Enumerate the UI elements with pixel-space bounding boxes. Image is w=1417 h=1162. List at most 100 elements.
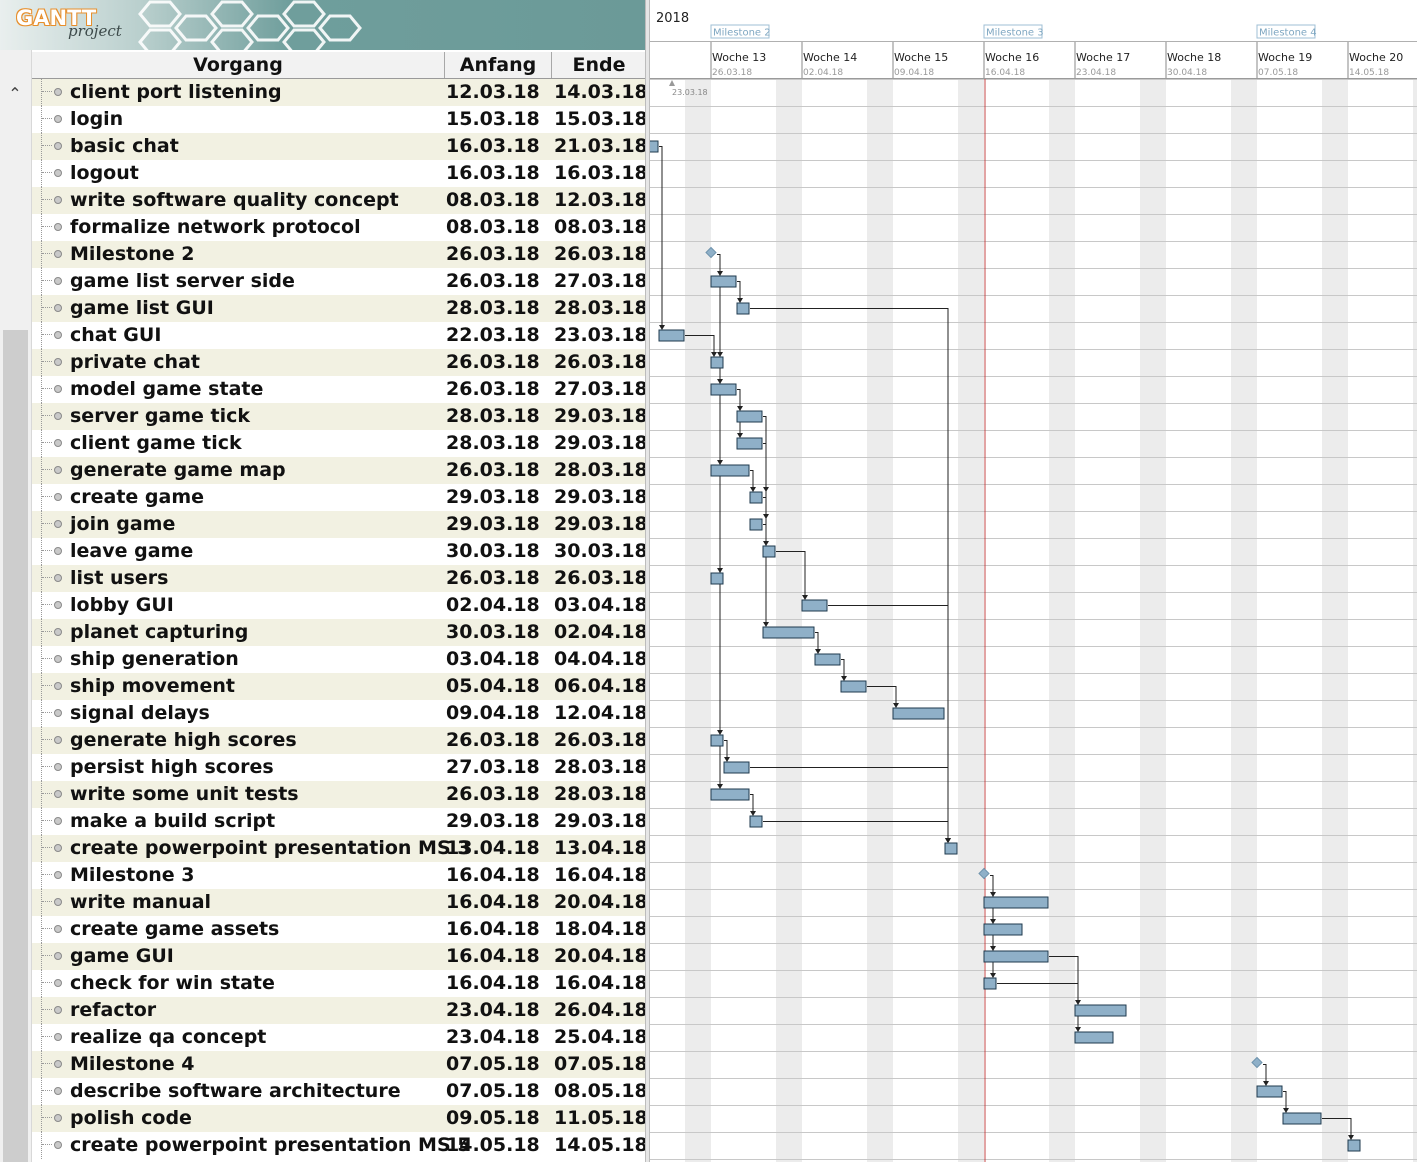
task-row[interactable]: refactor 23.04.18 26.04.18 xyxy=(32,997,646,1024)
task-end-date[interactable]: 29.03.18 xyxy=(554,430,646,457)
task-row[interactable]: game list server side 26.03.18 27.03.18 xyxy=(32,268,646,295)
task-start-date[interactable]: 23.04.18 xyxy=(446,1024,540,1051)
task-row[interactable]: private chat 26.03.18 26.03.18 xyxy=(32,349,646,376)
task-start-date[interactable]: 16.04.18 xyxy=(446,862,540,889)
task-start-date[interactable]: 26.03.18 xyxy=(446,376,540,403)
task-bar[interactable] xyxy=(983,950,1049,963)
task-end-date[interactable]: 12.04.18 xyxy=(554,700,646,727)
task-bar[interactable] xyxy=(710,788,750,801)
task-end-date[interactable]: 07.05.18 xyxy=(554,1051,646,1078)
task-start-date[interactable]: 27.03.18 xyxy=(446,754,540,781)
task-name[interactable]: Milestone 2 xyxy=(70,241,195,268)
task-end-date[interactable]: 20.04.18 xyxy=(554,889,646,916)
column-header-end[interactable]: Ende xyxy=(552,52,646,78)
task-bar[interactable] xyxy=(1074,1031,1114,1044)
task-row[interactable]: model game state 26.03.18 27.03.18 xyxy=(32,376,646,403)
task-name[interactable]: generate game map xyxy=(70,457,286,484)
task-row[interactable]: write manual 16.04.18 20.04.18 xyxy=(32,889,646,916)
task-row[interactable]: persist high scores 27.03.18 28.03.18 xyxy=(32,754,646,781)
task-name[interactable]: server game tick xyxy=(70,403,250,430)
task-end-date[interactable]: 23.03.18 xyxy=(554,322,646,349)
task-bar[interactable] xyxy=(710,734,724,747)
task-bar[interactable] xyxy=(801,599,828,612)
task-row[interactable]: write some unit tests 26.03.18 28.03.18 xyxy=(32,781,646,808)
task-row[interactable]: client port listening 12.03.18 14.03.18 xyxy=(32,79,646,106)
task-start-date[interactable]: 23.04.18 xyxy=(446,997,540,1024)
task-name[interactable]: list users xyxy=(70,565,168,592)
task-start-date[interactable]: 29.03.18 xyxy=(446,511,540,538)
task-start-date[interactable]: 14.05.18 xyxy=(446,1132,540,1159)
task-start-date[interactable]: 26.03.18 xyxy=(446,565,540,592)
task-name[interactable]: logout xyxy=(70,160,139,187)
task-name[interactable]: create game assets xyxy=(70,916,279,943)
task-name[interactable]: create game xyxy=(70,484,204,511)
task-start-date[interactable]: 16.03.18 xyxy=(446,133,540,160)
task-start-date[interactable]: 16.03.18 xyxy=(446,160,540,187)
task-name[interactable]: refactor xyxy=(70,997,156,1024)
task-end-date[interactable]: 28.03.18 xyxy=(554,295,646,322)
task-bar[interactable] xyxy=(840,680,867,693)
task-row[interactable]: Milestone 4 07.05.18 07.05.18 xyxy=(32,1051,646,1078)
task-bar[interactable] xyxy=(1347,1139,1361,1152)
task-row[interactable]: generate game map 26.03.18 28.03.18 xyxy=(32,457,646,484)
task-end-date[interactable]: 27.03.18 xyxy=(554,376,646,403)
task-start-date[interactable]: 30.03.18 xyxy=(446,538,540,565)
task-start-date[interactable]: 13.04.18 xyxy=(446,835,540,862)
task-name[interactable]: ship movement xyxy=(70,673,235,700)
task-name[interactable]: generate high scores xyxy=(70,727,297,754)
task-start-date[interactable]: 26.03.18 xyxy=(446,241,540,268)
task-start-date[interactable]: 16.04.18 xyxy=(446,970,540,997)
task-row[interactable]: generate high scores 26.03.18 26.03.18 xyxy=(32,727,646,754)
task-name[interactable]: login xyxy=(70,106,123,133)
task-name[interactable]: join game xyxy=(70,511,175,538)
task-start-date[interactable]: 08.03.18 xyxy=(446,214,540,241)
task-row[interactable]: client game tick 28.03.18 29.03.18 xyxy=(32,430,646,457)
task-row[interactable]: lobby GUI 02.04.18 03.04.18 xyxy=(32,592,646,619)
task-row[interactable]: realize qa concept 23.04.18 25.04.18 xyxy=(32,1024,646,1051)
task-name[interactable]: Milestone 3 xyxy=(70,862,195,889)
task-row[interactable]: basic chat 16.03.18 21.03.18 xyxy=(32,133,646,160)
task-name[interactable]: write software quality concept xyxy=(70,187,399,214)
task-end-date[interactable]: 29.03.18 xyxy=(554,511,646,538)
task-bar[interactable] xyxy=(736,410,763,423)
task-start-date[interactable]: 28.03.18 xyxy=(446,403,540,430)
task-name[interactable]: planet capturing xyxy=(70,619,248,646)
task-row[interactable]: describe software architecture 07.05.18 08… xyxy=(32,1078,646,1105)
task-bar[interactable] xyxy=(892,707,945,720)
task-name[interactable]: create powerpoint presentation MS 3 xyxy=(70,835,470,862)
task-row[interactable]: login 15.03.18 15.03.18 xyxy=(32,106,646,133)
task-bar[interactable] xyxy=(749,518,763,531)
task-end-date[interactable]: 14.05.18 xyxy=(554,1132,646,1159)
task-row[interactable]: create powerpoint presentation MS 5 14.05… xyxy=(32,1132,646,1159)
task-start-date[interactable]: 28.03.18 xyxy=(446,295,540,322)
task-end-date[interactable]: 26.03.18 xyxy=(554,241,646,268)
task-row[interactable]: create game assets 16.04.18 18.04.18 xyxy=(32,916,646,943)
task-start-date[interactable]: 07.05.18 xyxy=(446,1078,540,1105)
task-bar[interactable] xyxy=(983,896,1049,909)
task-start-date[interactable]: 02.04.18 xyxy=(446,592,540,619)
task-bar[interactable] xyxy=(762,545,776,558)
task-row[interactable]: leave game 30.03.18 30.03.18 xyxy=(32,538,646,565)
task-end-date[interactable]: 11.05.18 xyxy=(554,1105,646,1132)
task-bar[interactable] xyxy=(710,572,724,585)
task-bar[interactable] xyxy=(736,302,750,315)
task-start-date[interactable]: 26.03.18 xyxy=(446,457,540,484)
task-bar[interactable] xyxy=(658,329,685,342)
task-name[interactable]: check for win state xyxy=(70,970,275,997)
task-bar[interactable] xyxy=(710,275,737,288)
scroll-thumb[interactable] xyxy=(3,330,28,1162)
task-name[interactable]: describe software architecture xyxy=(70,1078,401,1105)
task-start-date[interactable]: 22.03.18 xyxy=(446,322,540,349)
task-row[interactable]: planet capturing 30.03.18 02.04.18 xyxy=(32,619,646,646)
task-end-date[interactable]: 08.05.18 xyxy=(554,1078,646,1105)
task-bar[interactable] xyxy=(710,383,737,396)
task-bar[interactable] xyxy=(650,140,659,153)
task-end-date[interactable]: 18.04.18 xyxy=(554,916,646,943)
task-name[interactable]: chat GUI xyxy=(70,322,161,349)
task-name[interactable]: leave game xyxy=(70,538,193,565)
task-end-date[interactable]: 14.03.18 xyxy=(554,79,646,106)
task-end-date[interactable]: 28.03.18 xyxy=(554,781,646,808)
task-name[interactable]: write some unit tests xyxy=(70,781,299,808)
task-end-date[interactable]: 06.04.18 xyxy=(554,673,646,700)
task-name[interactable]: realize qa concept xyxy=(70,1024,266,1051)
